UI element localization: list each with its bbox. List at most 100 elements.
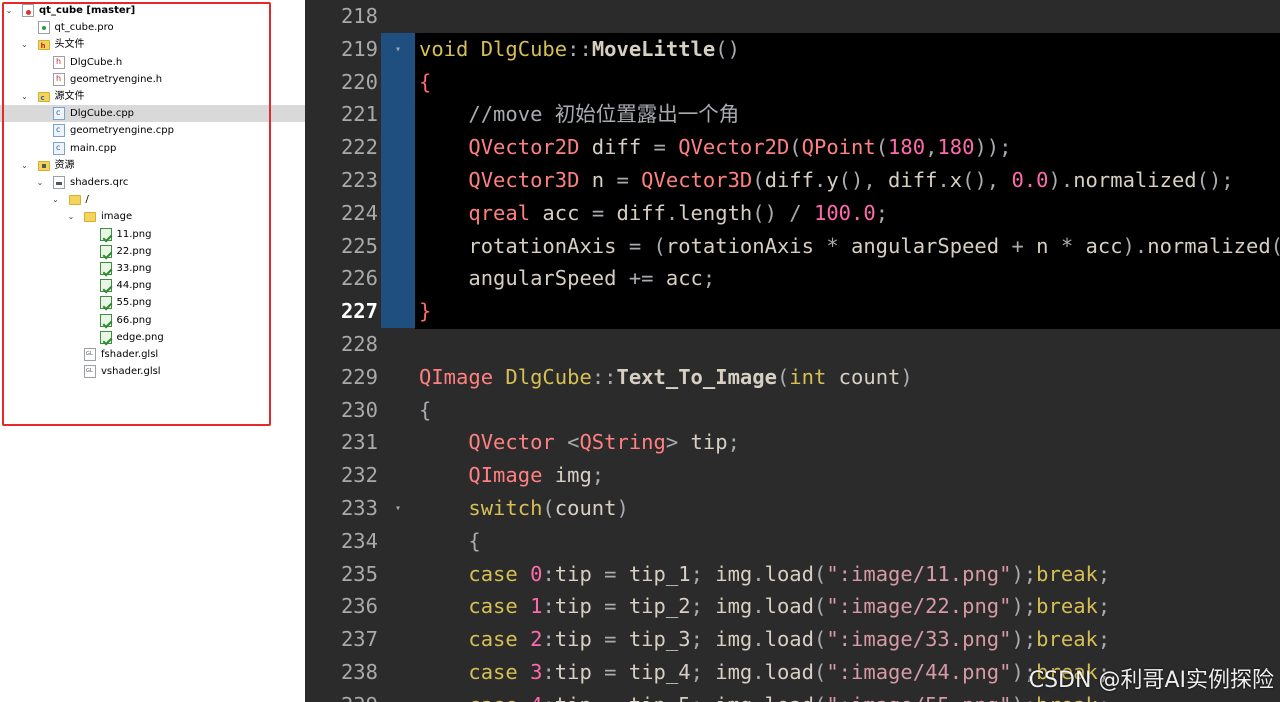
code-token: diff <box>604 200 666 225</box>
fold-gutter <box>381 164 415 197</box>
code-token: tip <box>554 627 605 652</box>
code-token: ). <box>1122 233 1148 258</box>
code-text: { <box>419 525 480 558</box>
code-token: = ( <box>628 233 666 258</box>
code-token: ; <box>702 266 716 291</box>
code-token: acc <box>530 200 592 225</box>
code-token: n <box>1036 233 1061 258</box>
line-number: 239 <box>305 689 378 702</box>
project-tree-panel[interactable]: ⌄qt_cube [master]qt_cube.pro⌄头文件DlgCube.… <box>0 0 305 702</box>
code-line[interactable]: 218 <box>305 0 1280 33</box>
fold-gutter <box>381 295 415 329</box>
code-token: ); <box>1011 561 1037 586</box>
code-token: (), <box>962 168 1012 192</box>
code-line[interactable]: 230 { <box>305 394 1280 427</box>
code-text: qreal acc = diff.length() / 100.0; <box>419 197 888 230</box>
code-line[interactable]: 221 //move 初始位置露出一个角 <box>305 98 1280 132</box>
code-token: img <box>715 594 753 619</box>
code-token: ); <box>1011 627 1037 652</box>
code-token: ) <box>900 364 913 389</box>
fold-gutter <box>381 65 415 99</box>
code-line[interactable]: 234 { <box>305 525 1280 558</box>
code-token: . <box>813 168 827 192</box>
fold-gutter <box>381 196 415 230</box>
line-number: 231 <box>340 430 378 455</box>
code-token: MoveLittle <box>591 36 716 61</box>
code-token: load <box>764 561 814 586</box>
code-token: ( <box>776 364 790 389</box>
code-line[interactable]: 225 rotationAxis = (rotationAxis * angul… <box>305 229 1280 263</box>
fold-gutter <box>381 0 415 33</box>
code-token: ( <box>814 693 826 702</box>
code-text: void DlgCube::MoveLittle() <box>419 33 740 66</box>
code-token: () <box>715 36 740 61</box>
code-token: int <box>789 364 827 389</box>
code-line[interactable]: 223 QVector3D n = QVector3D(diff.y(), di… <box>305 164 1280 197</box>
code-line[interactable]: 236 case 1:tip = tip_2; img.load(":image… <box>305 590 1280 623</box>
code-line[interactable]: 233 ▾ switch(count) <box>305 492 1280 525</box>
line-number: 234 <box>340 528 378 553</box>
code-token: : <box>542 693 554 702</box>
code-line[interactable]: 228 <box>305 328 1280 361</box>
line-number: 230 <box>340 397 378 422</box>
code-token: QImage <box>419 364 506 389</box>
code-line[interactable]: 231 QVector <QString> tip; <box>305 426 1280 459</box>
code-line[interactable]: 219 ▾ void DlgCube::MoveLittle() <box>305 32 1280 66</box>
code-token: QVector2D <box>678 135 790 160</box>
code-token: load <box>765 693 814 702</box>
line-number: 219 <box>340 36 378 61</box>
fold-gutter <box>381 262 415 296</box>
code-token: 3 <box>530 660 543 684</box>
fold-gutter <box>381 656 415 689</box>
code-token: tip <box>554 660 605 684</box>
code-line[interactable]: 229 QImage DlgCube::Text_To_Image(int cou… <box>305 361 1280 394</box>
code-line[interactable]: 222 QVector2D diff = QVector2D(QPoint(18… <box>305 131 1280 165</box>
fold-marker-icon[interactable]: ▾ <box>381 32 415 66</box>
code-token: break <box>1036 627 1098 652</box>
fold-gutter <box>381 98 415 132</box>
code-line[interactable]: 232 QImage img; <box>305 459 1280 492</box>
code-token: tip_4 <box>628 660 691 684</box>
code-token: = <box>591 200 605 225</box>
code-line[interactable]: 235 case 0:tip = tip_1; img.load(":image… <box>305 558 1280 591</box>
code-token: ":image/44.png" <box>826 660 1012 684</box>
code-line[interactable]: 237 case 2:tip = tip_3; img.load(":image… <box>305 623 1280 656</box>
code-line[interactable]: 220 { <box>305 65 1280 99</box>
code-token: tip <box>555 693 604 702</box>
code-token: ":image/33.png" <box>826 627 1012 652</box>
code-line[interactable]: 226 angularSpeed += acc; <box>305 262 1280 296</box>
code-token: } <box>419 299 432 324</box>
code-token: QVector2D <box>419 135 580 160</box>
code-text: case 2:tip = tip_3; img.load(":image/33.… <box>419 623 1110 656</box>
code-token: rotationAxis <box>665 233 827 258</box>
code-token: > <box>665 430 679 455</box>
code-token: * <box>1060 233 1086 258</box>
code-token: normalized <box>1073 168 1197 192</box>
code-token: angularSpeed <box>419 266 629 291</box>
code-token: QVector <box>419 430 568 455</box>
fold-gutter <box>381 229 415 263</box>
code-token: count <box>826 364 901 389</box>
line-number: 238 <box>340 660 378 684</box>
fold-gutter <box>381 328 415 361</box>
code-token: case <box>419 627 531 652</box>
code-token: ; <box>875 200 889 225</box>
code-token: tip <box>554 561 605 586</box>
code-line[interactable]: 227} <box>305 295 1280 329</box>
fold-marker-icon[interactable]: ▾ <box>381 492 415 525</box>
code-editor[interactable]: 218 219 ▾ void DlgCube::MoveLittle() 220{221… <box>305 0 1280 702</box>
code-token: = <box>616 168 629 192</box>
code-token: tip_2 <box>628 594 691 619</box>
code-token: acc <box>1085 233 1123 258</box>
code-token: QPoint <box>801 135 876 160</box>
code-token: + <box>1011 233 1037 258</box>
code-token: = <box>604 594 629 619</box>
code-token: load <box>764 594 814 619</box>
code-line[interactable]: 224 qreal acc = diff.length() / 100.0; <box>305 196 1280 230</box>
code-token: y <box>826 168 839 192</box>
code-token: ( <box>542 496 555 520</box>
code-token: : <box>542 627 555 652</box>
code-token: ; <box>690 561 716 586</box>
code-token: //move <box>419 102 555 127</box>
